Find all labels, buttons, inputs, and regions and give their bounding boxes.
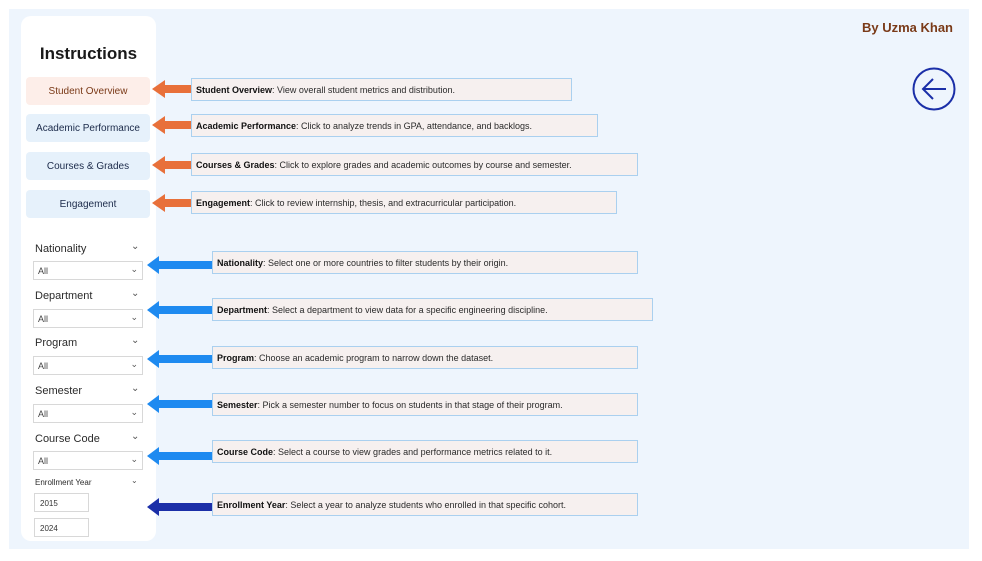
nav-student-overview-button[interactable]: Student Overview: [26, 77, 150, 105]
enrollment-year-start-input[interactable]: 2015: [34, 493, 89, 512]
desc-text: : Select one or more countries to filter…: [263, 257, 509, 268]
slicer-value: All: [38, 409, 49, 419]
slicer-department-dropdown[interactable]: All ⌄: [33, 309, 143, 328]
desc-title: Course Code: [217, 446, 274, 457]
desc-title: Department: [217, 304, 268, 315]
desc-title: Semester: [217, 399, 258, 410]
slicer-value: All: [38, 456, 49, 466]
slicer-course-code-dropdown[interactable]: All ⌄: [33, 451, 143, 470]
chevron-down-icon[interactable]: ⌄: [131, 241, 141, 252]
desc-text: : Pick a semester number to focus on stu…: [257, 399, 563, 410]
arrow-left-icon: [152, 194, 192, 212]
chevron-down-icon: ⌄: [130, 359, 138, 369]
arrow-left-icon: [147, 256, 213, 274]
desc-student-overview: Student Overview: View overall student m…: [191, 78, 572, 101]
back-button[interactable]: [912, 67, 956, 111]
slicer-department-label: Department: [35, 290, 93, 302]
panel-title: Instructions: [39, 44, 138, 63]
desc-nationality: Nationality: Select one or more countrie…: [212, 251, 638, 274]
desc-semester: Semester: Pick a semester number to focu…: [212, 393, 638, 416]
chevron-down-icon[interactable]: ⌄: [131, 288, 141, 299]
desc-title: Enrollment Year: [217, 499, 286, 510]
slicer-program-dropdown[interactable]: All ⌄: [33, 356, 143, 375]
arrow-left-icon: [152, 156, 192, 174]
arrow-left-icon: [152, 80, 192, 98]
chevron-down-icon[interactable]: ⌄: [131, 383, 141, 394]
slicer-semester-dropdown[interactable]: All ⌄: [33, 404, 143, 423]
chevron-down-icon: ⌄: [130, 454, 138, 464]
chevron-down-icon[interactable]: ⌄: [131, 476, 141, 486]
desc-enrollment-year: Enrollment Year: Select a year to analyz…: [212, 493, 638, 516]
desc-program: Program: Choose an academic program to n…: [212, 346, 638, 369]
desc-text: : Click to review internship, thesis, an…: [250, 197, 517, 208]
desc-engagement: Engagement: Click to review internship, …: [191, 191, 617, 214]
slicer-value: All: [38, 314, 49, 324]
desc-title: Engagement: [196, 197, 251, 208]
desc-courses-grades: Courses & Grades: Click to explore grade…: [191, 153, 638, 176]
arrow-left-icon: [147, 301, 213, 319]
nav-engagement-button[interactable]: Engagement: [26, 190, 150, 218]
desc-text: : Select a course to view grades and per…: [273, 446, 553, 457]
desc-text: : Click to analyze trends in GPA, attend…: [296, 120, 533, 131]
desc-title: Program: [217, 352, 255, 363]
slicer-nationality-dropdown[interactable]: All ⌄: [33, 261, 143, 280]
desc-text: : View overall student metrics and distr…: [272, 84, 455, 95]
chevron-down-icon: ⌄: [130, 407, 138, 417]
desc-title: Nationality: [217, 257, 264, 268]
desc-text: : Select a year to analyze students who …: [285, 499, 567, 510]
desc-text: : Select a department to view data for a…: [267, 304, 548, 315]
slicer-enrollment-year-label: Enrollment Year: [35, 478, 92, 487]
slicer-value: All: [38, 361, 49, 371]
desc-title: Academic Performance: [196, 120, 297, 131]
desc-department: Department: Select a department to view …: [212, 298, 653, 321]
chevron-down-icon: ⌄: [130, 264, 138, 274]
arrow-left-icon: [147, 350, 213, 368]
slicer-semester-label: Semester: [35, 385, 83, 397]
chevron-down-icon[interactable]: ⌄: [131, 335, 141, 346]
arrow-left-icon: [147, 395, 213, 413]
chevron-down-icon: ⌄: [130, 312, 138, 322]
slicer-program-label: Program: [35, 337, 78, 349]
desc-text: : Choose an academic program to narrow d…: [254, 352, 494, 363]
arrow-left-circle-icon: [912, 67, 956, 111]
desc-title: Courses & Grades: [196, 159, 275, 170]
author-label: By Uzma Khan: [861, 20, 953, 35]
arrow-left-icon: [147, 447, 213, 465]
arrow-left-icon: [147, 498, 213, 516]
nav-academic-performance-button[interactable]: Academic Performance: [26, 114, 150, 142]
nav-courses-grades-button[interactable]: Courses & Grades: [26, 152, 150, 180]
slicer-value: All: [38, 266, 49, 276]
slicer-course-code-label: Course Code: [35, 433, 100, 445]
slicer-nationality-label: Nationality: [35, 243, 87, 255]
enrollment-year-end-input[interactable]: 2024: [34, 518, 89, 537]
desc-course-code: Course Code: Select a course to view gra…: [212, 440, 638, 463]
chevron-down-icon[interactable]: ⌄: [131, 431, 141, 442]
arrow-left-icon: [152, 116, 192, 134]
desc-academic-performance: Academic Performance: Click to analyze t…: [191, 114, 598, 137]
desc-title: Student Overview: [196, 84, 273, 95]
desc-text: : Click to explore grades and academic o…: [274, 159, 572, 170]
